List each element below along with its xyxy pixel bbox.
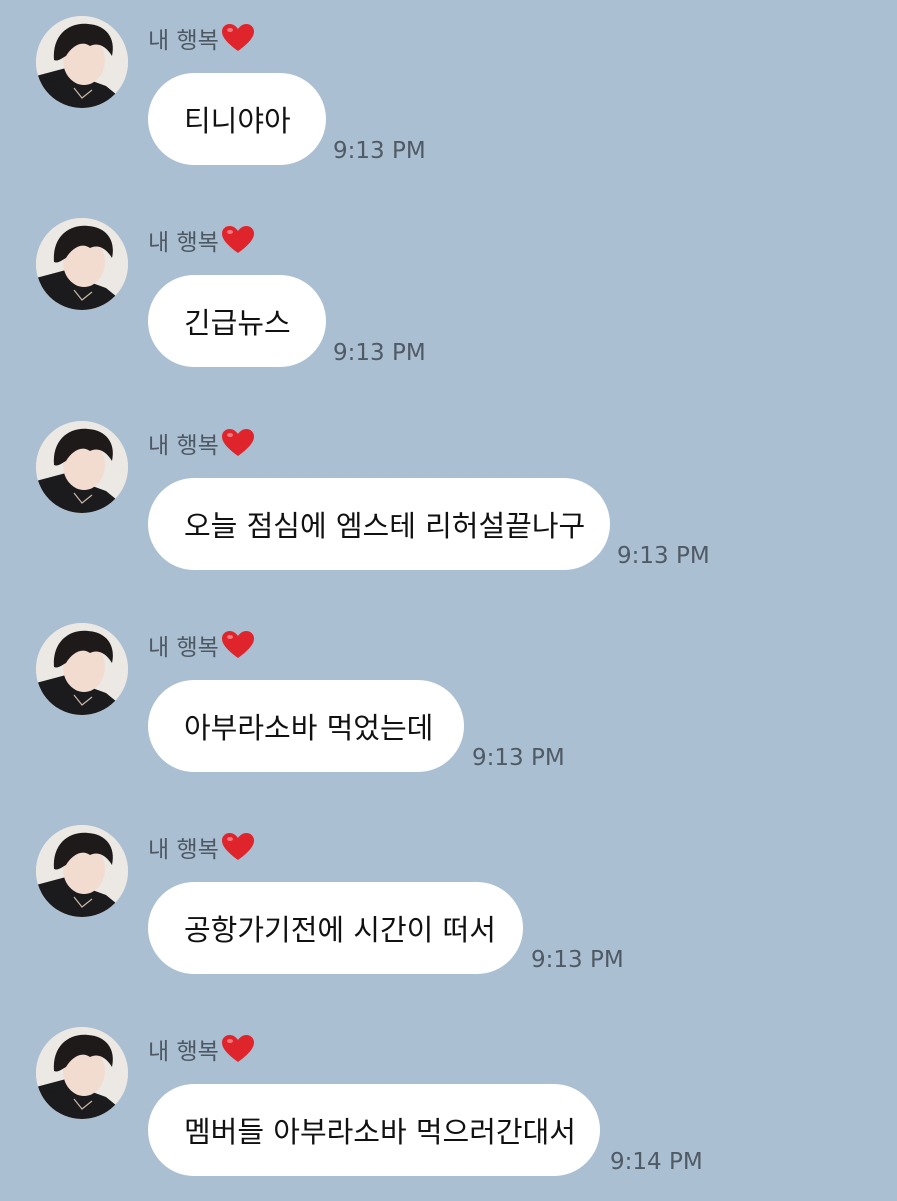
message-timestamp: 9:13 PM xyxy=(617,543,710,569)
message-row: 내 행복 티니야아 9:13 PM xyxy=(0,0,897,190)
avatar[interactable] xyxy=(36,1027,128,1119)
sender-label: 내 행복 xyxy=(148,1029,255,1069)
avatar-image xyxy=(36,16,128,108)
avatar[interactable] xyxy=(36,825,128,917)
heart-icon xyxy=(221,630,255,660)
sender-label: 내 행복 xyxy=(148,18,255,58)
sender-label: 내 행복 xyxy=(148,423,255,463)
message-row: 내 행복 멤버들 아부라소바 먹으러간대서 9:14 PM xyxy=(0,1011,897,1201)
avatar[interactable] xyxy=(36,16,128,108)
avatar[interactable] xyxy=(36,218,128,310)
sender-name: 내 행복 xyxy=(148,230,219,256)
sender-label: 내 행복 xyxy=(148,625,255,665)
message-timestamp: 9:13 PM xyxy=(333,138,426,164)
avatar-image xyxy=(36,623,128,715)
message-text: 오늘 점심에 엠스테 리허설끝나구 xyxy=(184,509,586,543)
message-text: 아부라소바 먹었는데 xyxy=(184,711,434,745)
heart-icon xyxy=(221,225,255,255)
message-row: 내 행복 아부라소바 먹었는데 9:13 PM xyxy=(0,607,897,797)
message-bubble[interactable]: 티니야아 xyxy=(148,73,326,165)
avatar[interactable] xyxy=(36,623,128,715)
avatar-image xyxy=(36,421,128,513)
sender-label: 내 행복 xyxy=(148,827,255,867)
avatar-image xyxy=(36,825,128,917)
avatar-image xyxy=(36,218,128,310)
sender-name: 내 행복 xyxy=(148,837,219,863)
message-bubble[interactable]: 공항가기전에 시간이 떠서 xyxy=(148,882,523,974)
message-bubble[interactable]: 오늘 점심에 엠스테 리허설끝나구 xyxy=(148,478,610,570)
heart-icon xyxy=(221,428,255,458)
avatar[interactable] xyxy=(36,421,128,513)
sender-name: 내 행복 xyxy=(148,1039,219,1065)
chat-message-list: 내 행복 티니야아 9:13 PM 내 행복 긴급뉴스 9:13 PM 내 행복… xyxy=(0,0,897,1200)
message-timestamp: 9:13 PM xyxy=(472,745,565,771)
sender-label: 내 행복 xyxy=(148,220,255,260)
message-bubble[interactable]: 아부라소바 먹었는데 xyxy=(148,680,464,772)
heart-icon xyxy=(221,832,255,862)
sender-name: 내 행복 xyxy=(148,635,219,661)
message-bubble[interactable]: 멤버들 아부라소바 먹으러간대서 xyxy=(148,1084,600,1176)
message-text: 멤버들 아부라소바 먹으러간대서 xyxy=(184,1115,576,1149)
message-timestamp: 9:13 PM xyxy=(531,947,624,973)
message-bubble[interactable]: 긴급뉴스 xyxy=(148,275,326,367)
message-row: 내 행복 긴급뉴스 9:13 PM xyxy=(0,202,897,392)
sender-name: 내 행복 xyxy=(148,433,219,459)
message-timestamp: 9:13 PM xyxy=(333,340,426,366)
message-text: 티니야아 xyxy=(184,104,291,138)
avatar-image xyxy=(36,1027,128,1119)
message-row: 내 행복 공항가기전에 시간이 떠서 9:13 PM xyxy=(0,809,897,999)
message-text: 공항가기전에 시간이 떠서 xyxy=(184,913,496,947)
message-row: 내 행복 오늘 점심에 엠스테 리허설끝나구 9:13 PM xyxy=(0,405,897,595)
message-text: 긴급뉴스 xyxy=(184,306,291,340)
message-timestamp: 9:14 PM xyxy=(610,1149,703,1175)
heart-icon xyxy=(221,23,255,53)
sender-name: 내 행복 xyxy=(148,28,219,54)
heart-icon xyxy=(221,1034,255,1064)
